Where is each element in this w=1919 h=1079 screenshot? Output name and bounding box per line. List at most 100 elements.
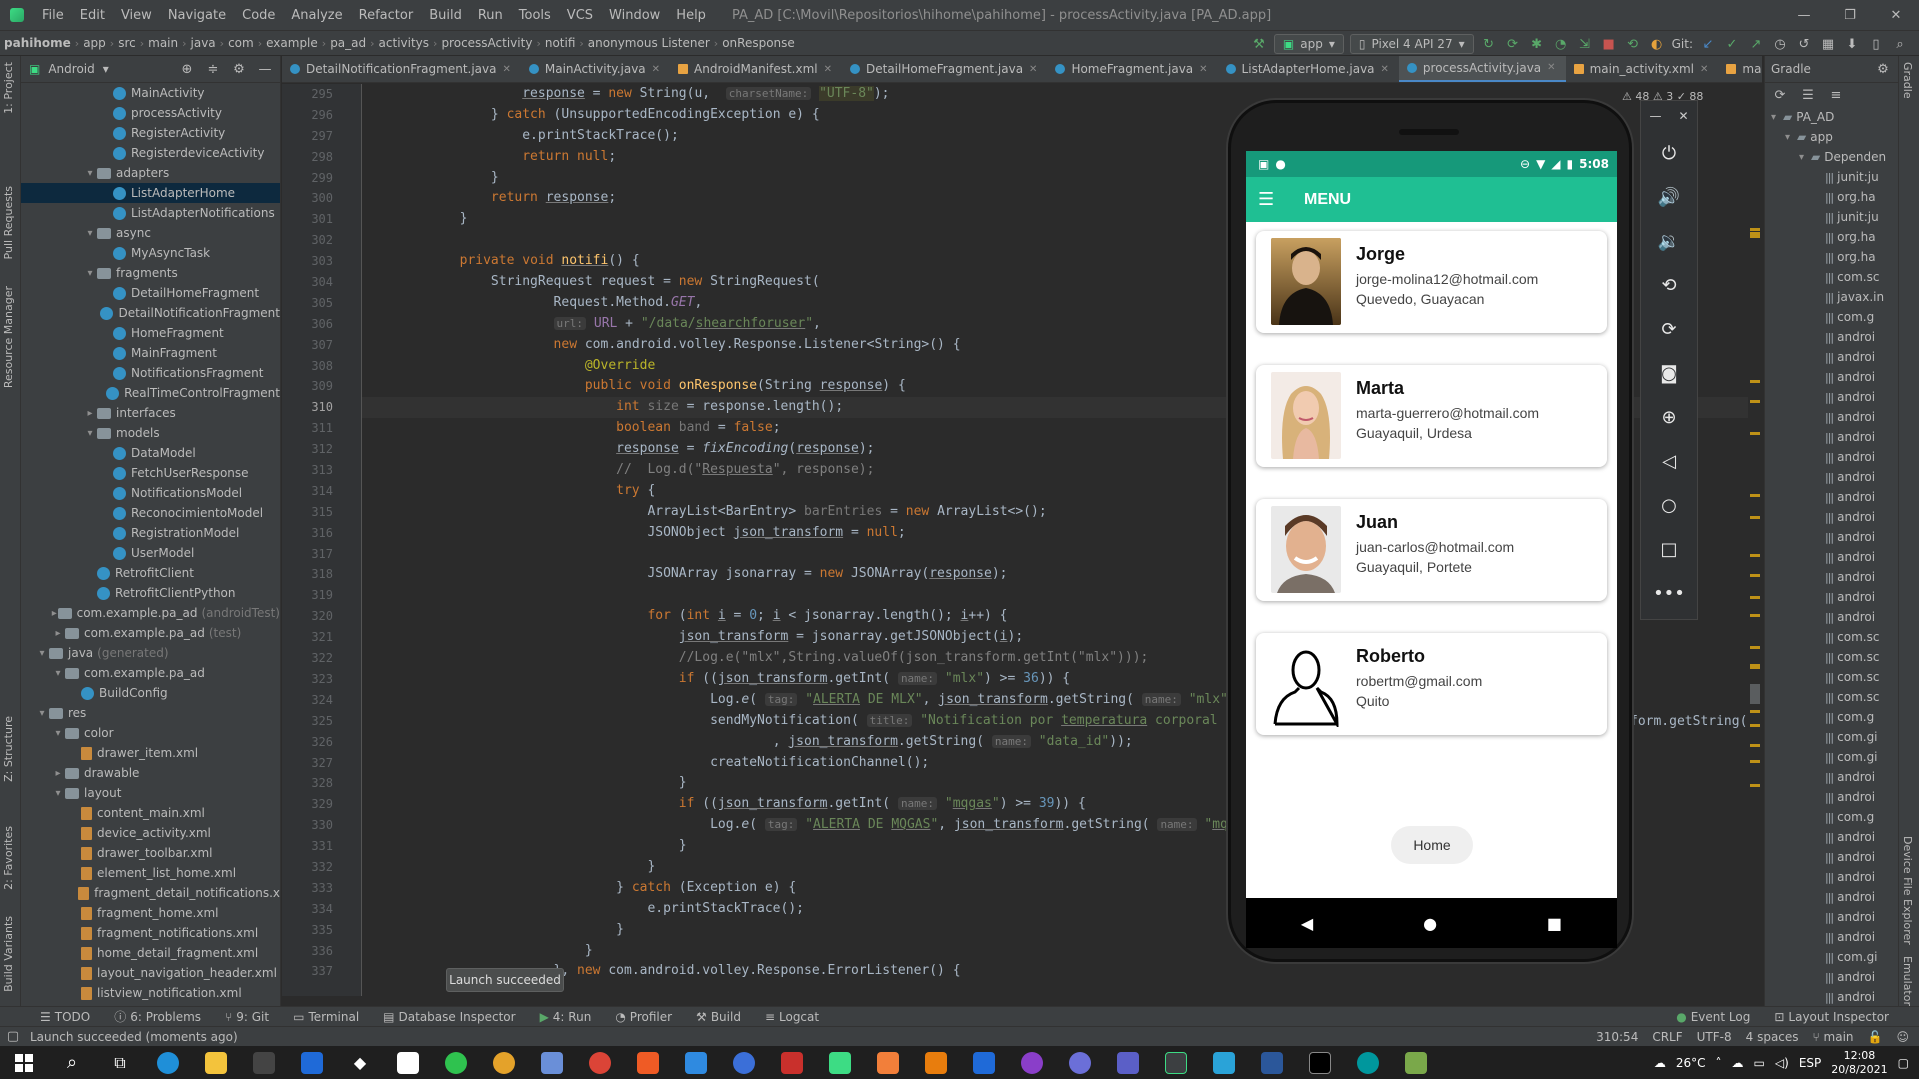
- filezilla-icon[interactable]: [768, 1046, 816, 1079]
- android-studio-active-icon[interactable]: [1152, 1046, 1200, 1079]
- clock[interactable]: 12:08 20/8/2021: [1831, 1049, 1887, 1077]
- editor-tab[interactable]: main_activity.xml ✕: [1566, 56, 1719, 82]
- breadcrumb-item[interactable]: com: [224, 36, 258, 50]
- terminal-taskbar-icon[interactable]: [1296, 1046, 1344, 1079]
- attach-icon[interactable]: ⇲: [1576, 35, 1594, 53]
- git-push-icon[interactable]: ↗: [1747, 35, 1765, 53]
- tree-item[interactable]: DetailHomeFragment: [21, 283, 280, 303]
- editor-tab[interactable]: AndroidManifest.xml ✕: [670, 56, 842, 82]
- volume-down-icon[interactable]: 🔉: [1641, 219, 1697, 263]
- tree-folder[interactable]: ▾ models: [21, 423, 280, 443]
- tree-item[interactable]: UserModel: [21, 543, 280, 563]
- run-config-select[interactable]: ▣ app ▾: [1273, 34, 1344, 54]
- breadcrumb-item[interactable]: java: [187, 36, 220, 50]
- tree-item[interactable]: ListAdapterNotifications: [21, 203, 280, 223]
- sublime-icon[interactable]: [864, 1046, 912, 1079]
- search-icon[interactable]: ⌕: [1891, 35, 1909, 53]
- gradle-dependency[interactable]: ||| com.sc: [1765, 627, 1898, 647]
- collapse-all-icon[interactable]: ≑: [204, 60, 222, 78]
- rotate-left-icon[interactable]: ⟲: [1641, 263, 1697, 307]
- emulator-screen[interactable]: ▣ ● ⊖ ▼ ◢ ▮ 5:08 ☰ MENU Jorge jorge-moli…: [1246, 151, 1617, 948]
- search-icon[interactable]: ⌕: [48, 1046, 96, 1079]
- stop-icon[interactable]: ■: [1600, 35, 1618, 53]
- breadcrumb-item[interactable]: example: [262, 36, 322, 50]
- arduino-icon[interactable]: [1344, 1046, 1392, 1079]
- tree-item[interactable]: drawer_toolbar.xml: [21, 843, 280, 863]
- notifications-icon[interactable]: ▢: [1898, 1056, 1909, 1070]
- android-studio-taskbar-icon[interactable]: [816, 1046, 864, 1079]
- profiler-tab[interactable]: ◔ Profiler: [605, 1010, 682, 1024]
- rotate-right-icon[interactable]: ⟳: [1641, 307, 1697, 351]
- layout-inspector-tab[interactable]: ⊡ Layout Inspector: [1764, 1010, 1899, 1024]
- tree-item[interactable]: content_main.xml: [21, 803, 280, 823]
- tree-item[interactable]: FetchUserResponse: [21, 463, 280, 483]
- dropbox-icon[interactable]: ◆: [336, 1046, 384, 1079]
- favorites-tab[interactable]: 2: Favorites: [2, 826, 15, 890]
- gradle-dependency[interactable]: ||| androi: [1765, 527, 1898, 547]
- git-tab[interactable]: ⑂ 9: Git: [215, 1010, 279, 1024]
- git-commit-icon[interactable]: ✓: [1723, 35, 1741, 53]
- gradle-dependency[interactable]: ||| androi: [1765, 467, 1898, 487]
- device-manager-icon[interactable]: ▯: [1867, 35, 1885, 53]
- gradle-dependency[interactable]: ||| com.sc: [1765, 687, 1898, 707]
- gear-icon[interactable]: ⚙: [230, 60, 248, 78]
- error-stripe[interactable]: [1748, 84, 1762, 996]
- locate-icon[interactable]: ⊕: [178, 60, 196, 78]
- mail-icon[interactable]: [288, 1046, 336, 1079]
- editor-tab[interactable]: ListAdapterHome.java ✕: [1218, 56, 1399, 82]
- profile-icon[interactable]: ◔: [1552, 35, 1570, 53]
- tree-item[interactable]: DetailNotificationFragment: [21, 303, 280, 323]
- tree-item[interactable]: RegisterActivity: [21, 123, 280, 143]
- tree-item[interactable]: RegisterdeviceActivity: [21, 143, 280, 163]
- tree-folder[interactable]: ▾ fragments: [21, 263, 280, 283]
- breadcrumb-callback[interactable]: onResponse: [718, 36, 799, 50]
- word-icon[interactable]: [1248, 1046, 1296, 1079]
- tree-folder[interactable]: ▾ java (generated): [21, 643, 280, 663]
- menu-analyze[interactable]: Analyze: [283, 8, 350, 23]
- chevron-down-icon[interactable]: ▾: [51, 728, 65, 739]
- gradle-dependency[interactable]: ||| androi: [1765, 347, 1898, 367]
- gradle-dependency[interactable]: ||| androi: [1765, 607, 1898, 627]
- gradle-dependency[interactable]: ||| com.gi: [1765, 727, 1898, 747]
- minimize-icon[interactable]: —: [1781, 0, 1827, 30]
- tree-item[interactable]: layout_navigation_header.xml: [21, 963, 280, 983]
- camera-icon[interactable]: ◙: [1641, 351, 1697, 395]
- close-tab-icon[interactable]: ✕: [652, 64, 660, 75]
- contact-card[interactable]: Marta marta-guerrero@hotmail.com Guayaqu…: [1256, 365, 1607, 467]
- notion-icon[interactable]: [384, 1046, 432, 1079]
- menu-tools[interactable]: Tools: [511, 8, 559, 23]
- tree-item[interactable]: RealTimeControlFragment: [21, 383, 280, 403]
- gradle-dependency[interactable]: ||| androi: [1765, 867, 1898, 887]
- gradle-dependency[interactable]: ||| androi: [1765, 547, 1898, 567]
- tree-item[interactable]: DataModel: [21, 443, 280, 463]
- chevron-right-icon[interactable]: ▸: [51, 628, 65, 639]
- breadcrumb-listener[interactable]: anonymous Listener: [584, 36, 714, 50]
- gradle-dependency[interactable]: ||| com.sc: [1765, 647, 1898, 667]
- todo-tab[interactable]: ☰ TODO: [30, 1010, 100, 1024]
- gradle-dependency[interactable]: ||| androi: [1765, 407, 1898, 427]
- contact-card[interactable]: Roberto robertm@gmail.com Quito: [1256, 633, 1607, 735]
- sdk-manager-icon[interactable]: ⬇: [1843, 35, 1861, 53]
- chrome-canary-icon[interactable]: [480, 1046, 528, 1079]
- editor-tab[interactable]: MainActivity.java ✕: [521, 56, 670, 82]
- file-explorer-icon[interactable]: [192, 1046, 240, 1079]
- inspector-icon[interactable]: ☺: [1896, 1030, 1909, 1044]
- tree-item[interactable]: HomeFragment: [21, 323, 280, 343]
- logcat-tab[interactable]: ≡ Logcat: [755, 1010, 829, 1024]
- editor-tab[interactable]: processActivity.java ✕: [1398, 56, 1566, 82]
- nav-back-icon[interactable]: ◀: [1301, 914, 1313, 933]
- tree-folder[interactable]: ▾ res: [21, 703, 280, 723]
- gradle-app[interactable]: app: [1810, 130, 1833, 144]
- menu-navigate[interactable]: Navigate: [160, 8, 234, 23]
- menu-refactor[interactable]: Refactor: [351, 8, 422, 23]
- history-icon[interactable]: ◷: [1771, 35, 1789, 53]
- sync-icon[interactable]: ⟲: [1624, 35, 1642, 53]
- gradle-dependency[interactable]: ||| org.ha: [1765, 247, 1898, 267]
- minimize-icon[interactable]: —: [1649, 109, 1661, 123]
- tree-item[interactable]: element_list_home.xml: [21, 863, 280, 883]
- box-app-icon[interactable]: [528, 1046, 576, 1079]
- gradle-dependency[interactable]: ||| androi: [1765, 587, 1898, 607]
- tree-folder[interactable]: ▾ adapters: [21, 163, 280, 183]
- project-structure-icon[interactable]: ▦: [1819, 35, 1837, 53]
- gradle-dependency[interactable]: ||| androi: [1765, 567, 1898, 587]
